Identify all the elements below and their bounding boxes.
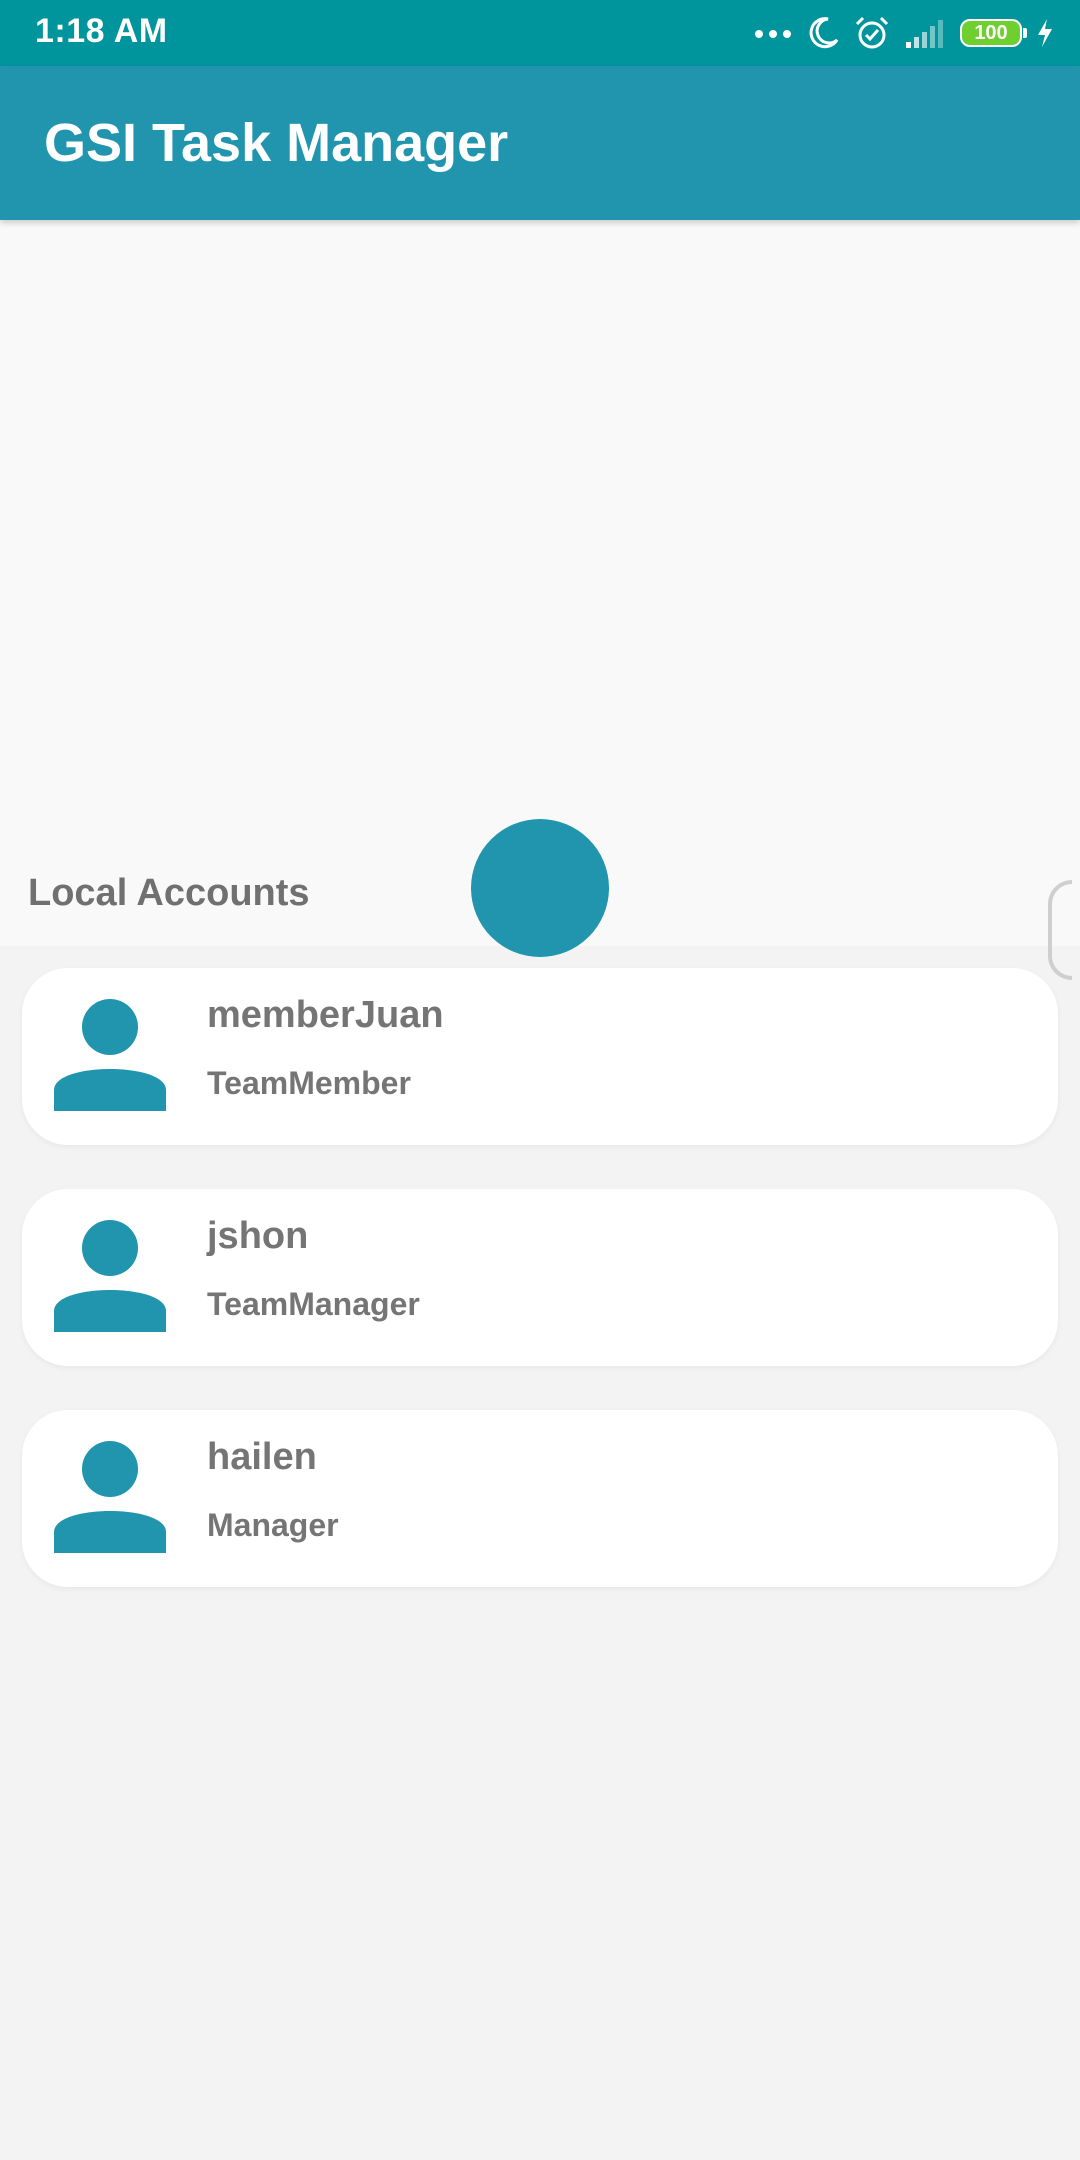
app-bar: GSI Task Manager: [0, 66, 1080, 220]
user-avatar-icon: [54, 999, 166, 1111]
account-card[interactable]: memberJuan TeamMember: [22, 968, 1058, 1145]
hero-section: Local Accounts: [0, 220, 1080, 1096]
add-user-icon: [402, 819, 760, 1096]
alarm-icon: [855, 16, 889, 49]
more-dots-icon: [755, 30, 791, 38]
account-card[interactable]: hailen Manager: [22, 1410, 1058, 1587]
edge-drawer-handle[interactable]: [1048, 880, 1072, 980]
battery-icon: 100: [960, 19, 1027, 47]
section-title-local-accounts: Local Accounts: [28, 872, 310, 914]
accounts-list: memberJuan TeamMember jshon TeamManager …: [22, 968, 1058, 1631]
moon-icon: [809, 17, 839, 49]
account-role: Manager: [207, 1507, 339, 1543]
account-role: TeamMember: [207, 1065, 411, 1101]
status-icons: 100: [754, 12, 1054, 54]
charging-bolt-icon: [1038, 19, 1052, 47]
battery-level: 100: [974, 21, 1008, 44]
user-avatar-icon: [54, 1220, 166, 1332]
account-card[interactable]: jshon TeamManager: [22, 1189, 1058, 1366]
account-name: memberJuan: [207, 994, 444, 1036]
status-bar: 1:18 AM 100: [0, 0, 1080, 66]
add-account-button[interactable]: [400, 520, 764, 1096]
account-name: hailen: [207, 1436, 317, 1478]
app-title: GSI Task Manager: [44, 113, 509, 173]
status-time: 1:18 AM: [35, 12, 168, 50]
account-name: jshon: [207, 1215, 309, 1257]
signal-icon: [906, 20, 943, 48]
account-role: TeamManager: [207, 1286, 420, 1322]
user-avatar-icon: [54, 1441, 166, 1553]
